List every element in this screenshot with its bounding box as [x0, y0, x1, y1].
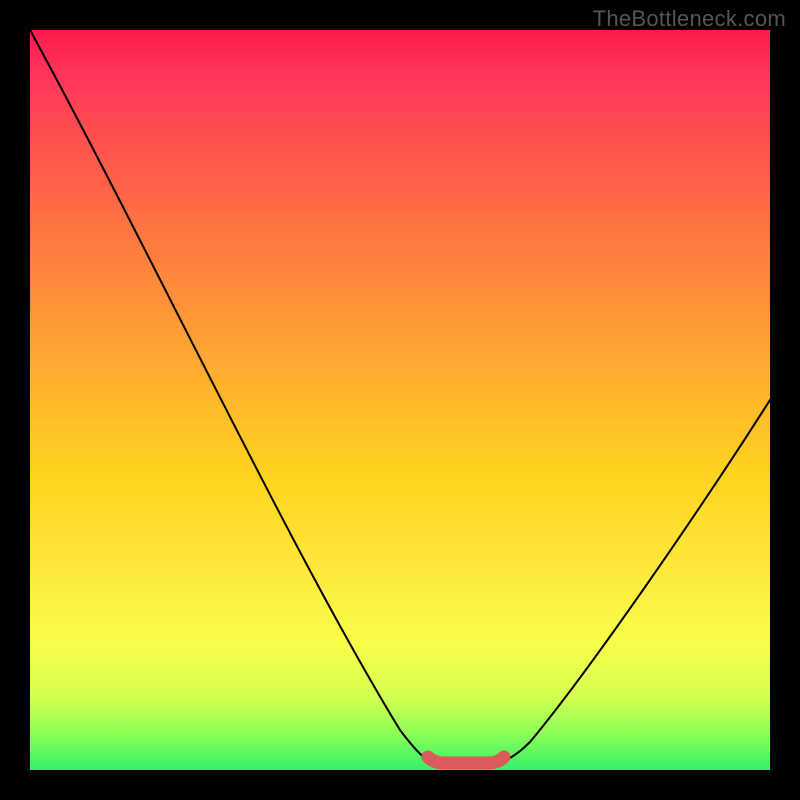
plot-area — [30, 30, 770, 770]
watermark-text: TheBottleneck.com — [593, 6, 786, 32]
bottleneck-curve-right — [498, 400, 770, 763]
optimal-range-segment — [428, 757, 504, 763]
bottleneck-curve-left — [30, 30, 434, 763]
chart-frame: TheBottleneck.com — [0, 0, 800, 800]
curve-layer — [30, 30, 770, 770]
